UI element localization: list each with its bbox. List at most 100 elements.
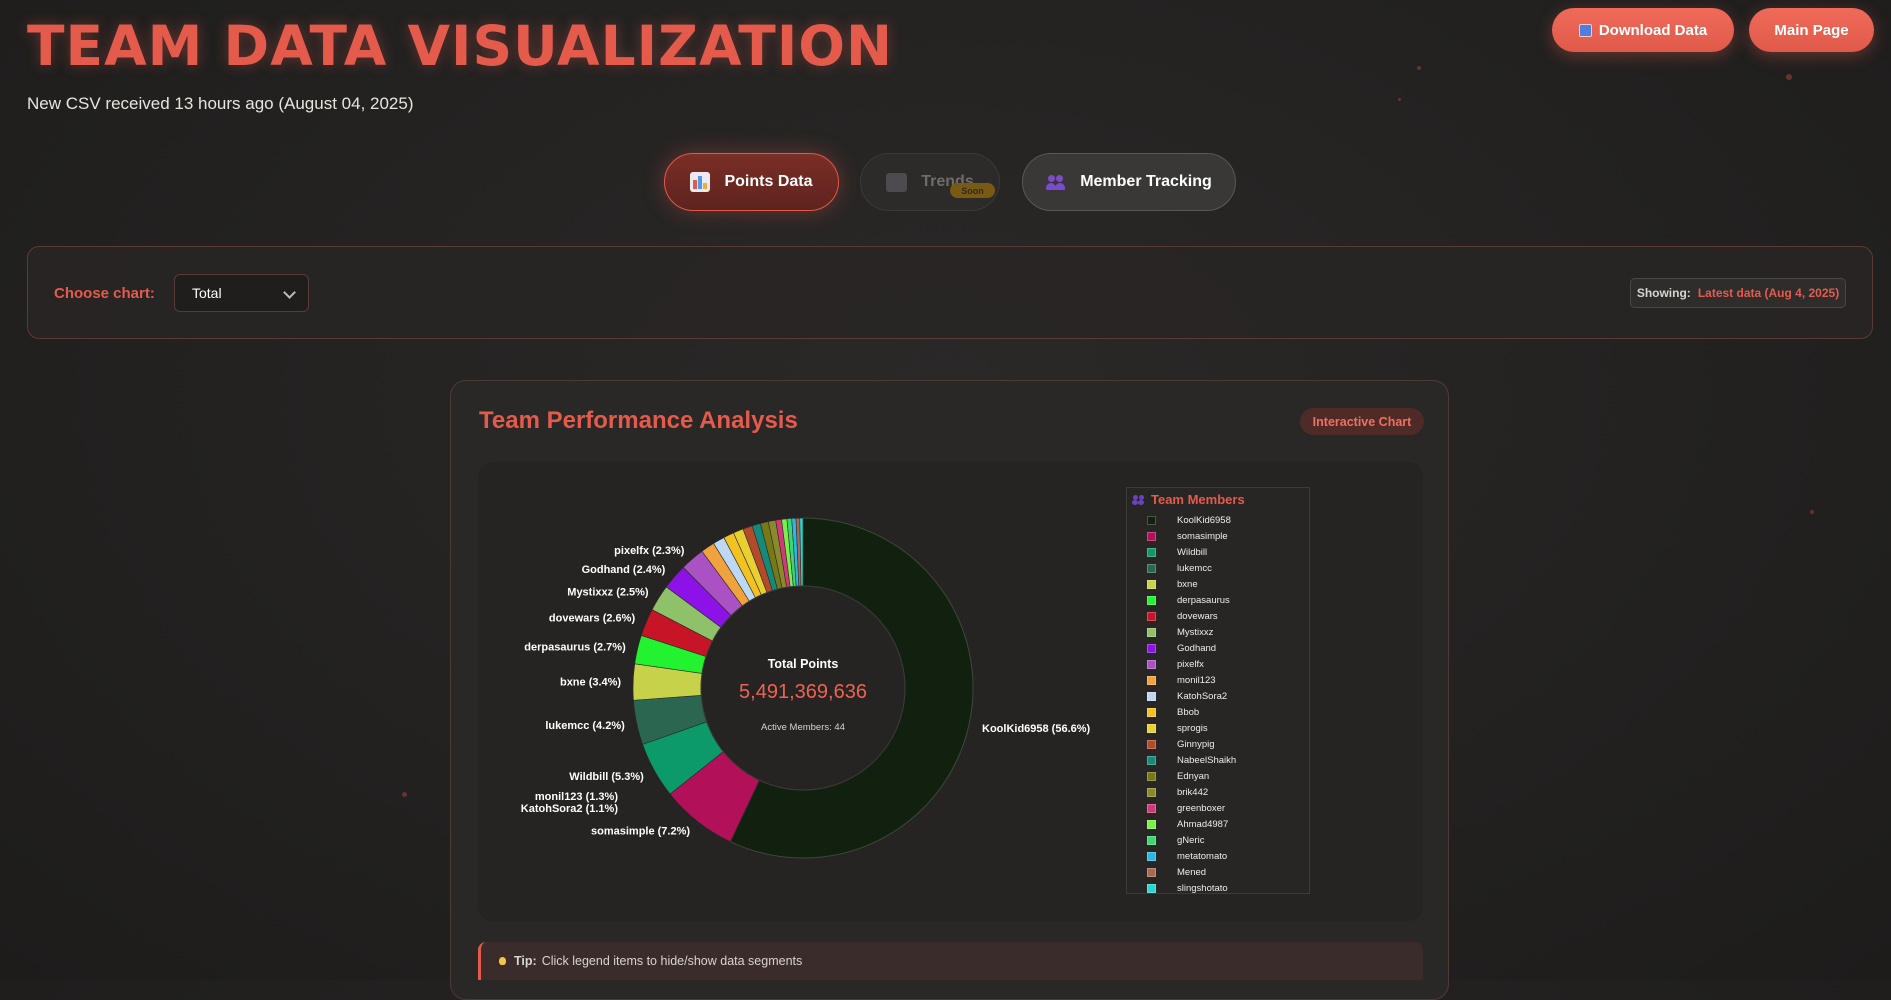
- legend-swatch: [1147, 819, 1156, 829]
- legend-item-label: KoolKid6958: [1177, 514, 1231, 526]
- legend-item-label: dovewars: [1177, 610, 1218, 622]
- legend-item-label: derpasaurus: [1177, 594, 1230, 606]
- soon-badge: Soon: [950, 183, 995, 198]
- slice-data-label: Wildbill (5.3%): [569, 771, 644, 783]
- legend-item-label: sprogis: [1177, 722, 1208, 734]
- legend-swatch: [1147, 867, 1156, 877]
- legend-item-label: greenboxer: [1177, 802, 1226, 814]
- chart-select[interactable]: Total: [174, 274, 309, 312]
- center-active-members: Active Members: 44: [761, 722, 845, 733]
- chevron-down-icon: [283, 286, 296, 299]
- slice-data-label: KatohSora2 (1.1%): [521, 803, 619, 815]
- legend-item-label: lukemcc: [1177, 562, 1212, 574]
- legend-item-mened[interactable]: Mened: [1127, 864, 1309, 880]
- tab-member-tracking[interactable]: Member Tracking: [1022, 153, 1236, 211]
- people-icon: [1132, 495, 1145, 505]
- legend-item-label: Wildbill: [1177, 546, 1208, 558]
- legend-item-label: monil123: [1177, 674, 1216, 686]
- legend-item-label: Ginnypig: [1177, 738, 1215, 750]
- card-title: Team Performance Analysis: [479, 407, 798, 434]
- legend-swatch: [1147, 787, 1156, 797]
- interactive-chart-badge: Interactive Chart: [1300, 408, 1424, 435]
- legend-item-label: KatohSora2: [1177, 690, 1228, 702]
- legend-item-godhand[interactable]: Godhand: [1127, 640, 1309, 656]
- lightbulb-icon: [499, 957, 506, 965]
- legend-swatch: [1147, 579, 1156, 589]
- legend-swatch: [1147, 835, 1156, 845]
- slice-data-label: dovewars (2.6%): [549, 613, 636, 625]
- legend-item-nabeelshaikh[interactable]: NabeelShaikh: [1127, 752, 1309, 768]
- legend-swatch: [1147, 707, 1156, 717]
- legend-item-dovewars[interactable]: dovewars: [1127, 608, 1309, 624]
- legend-item-bbob[interactable]: Bbob: [1127, 704, 1309, 720]
- legend-item-label: metatomato: [1177, 850, 1228, 862]
- legend-item-ginnypig[interactable]: Ginnypig: [1127, 736, 1309, 752]
- legend-item-mystixxz[interactable]: Mystixxz: [1127, 624, 1309, 640]
- legend-item-brik442[interactable]: brik442: [1127, 784, 1309, 800]
- legend-item-koolkid6958[interactable]: KoolKid6958: [1127, 512, 1309, 528]
- slice-data-label: KoolKid6958 (56.6%): [982, 723, 1091, 735]
- slice-data-label: Godhand (2.4%): [582, 564, 666, 576]
- legend-item-label: NabeelShaikh: [1177, 754, 1237, 766]
- legend-item-wildbill[interactable]: Wildbill: [1127, 544, 1309, 560]
- legend-item-metatomato[interactable]: metatomato: [1127, 848, 1309, 864]
- legend-panel: Team Members KoolKid6958 somasimple Wildbi…: [1126, 487, 1310, 894]
- legend-item-ahmad4987[interactable]: Ahmad4987: [1127, 816, 1309, 832]
- legend-item-label: bxne: [1177, 578, 1198, 590]
- bar-chart-icon: [690, 172, 711, 192]
- slice-data-label: bxne (3.4%): [560, 677, 621, 689]
- legend-swatch: [1147, 883, 1156, 893]
- legend-item-pixelfx[interactable]: pixelfx: [1127, 656, 1309, 672]
- legend-swatch: [1147, 547, 1156, 557]
- background-dot: [1398, 98, 1401, 101]
- slice-data-label: monil123 (1.3%): [535, 791, 618, 803]
- tip-text: Click legend items to hide/show data seg…: [541, 954, 803, 968]
- legend-title: Team Members: [1151, 492, 1245, 507]
- showing-value: Latest data (Aug 4, 2025): [1697, 286, 1840, 300]
- legend-item-gneric[interactable]: gNeric: [1127, 832, 1309, 848]
- legend-item-label: pixelfx: [1177, 658, 1204, 670]
- background-dot: [402, 792, 407, 797]
- slice-data-label: lukemcc (4.2%): [545, 720, 625, 732]
- legend-item-derpasaurus[interactable]: derpasaurus: [1127, 592, 1309, 608]
- legend-item-label: Ednyan: [1177, 770, 1210, 782]
- legend-item-sprogis[interactable]: sprogis: [1127, 720, 1309, 736]
- csv-status-text: New CSV received 13 hours ago (August 04…: [27, 94, 414, 113]
- legend-swatch: [1147, 643, 1156, 653]
- legend-swatch: [1147, 803, 1156, 813]
- legend-swatch: [1147, 659, 1156, 669]
- legend-item-label: brik442: [1177, 786, 1209, 798]
- background-dot: [1810, 510, 1814, 514]
- page-title: TEAM DATA VISUALIZATION: [27, 14, 894, 78]
- legend-item-lukemcc[interactable]: lukemcc: [1127, 560, 1309, 576]
- legend-item-label: gNeric: [1177, 834, 1205, 846]
- legend-item-greenboxer[interactable]: greenboxer: [1127, 800, 1309, 816]
- legend-item-label: Mened: [1177, 866, 1207, 878]
- slice-data-label: Mystixxz (2.5%): [567, 587, 649, 599]
- main-page-button[interactable]: Main Page: [1749, 8, 1874, 52]
- legend-item-label: Mystixxz: [1177, 626, 1214, 638]
- legend-swatch: [1147, 739, 1156, 749]
- legend-item-label: Godhand: [1177, 642, 1217, 654]
- legend-swatch: [1147, 531, 1156, 541]
- tab-trends[interactable]: Trends: [860, 153, 1000, 211]
- legend-swatch: [1147, 595, 1156, 605]
- legend-item-monil123[interactable]: monil123: [1127, 672, 1309, 688]
- tip-banner: Tip: Click legend items to hide/show dat…: [478, 942, 1423, 980]
- legend-item-label: slingshotato: [1177, 882, 1228, 894]
- legend-swatch: [1147, 851, 1156, 861]
- download-data-button[interactable]: Download Data: [1552, 8, 1734, 52]
- legend-item-katohsora2[interactable]: KatohSora2: [1127, 688, 1309, 704]
- tab-points-data[interactable]: Points Data: [664, 153, 839, 211]
- center-total-label: Total Points: [768, 657, 839, 671]
- legend-swatch: [1147, 723, 1156, 733]
- legend-swatch: [1147, 611, 1156, 621]
- legend-item-ednyan[interactable]: Ednyan: [1127, 768, 1309, 784]
- slice-data-label: derpasaurus (2.7%): [524, 642, 626, 654]
- legend-item-somasimple[interactable]: somasimple: [1127, 528, 1309, 544]
- legend-item-slingshotato[interactable]: slingshotato: [1127, 880, 1309, 894]
- legend-list: KoolKid6958 somasimple Wildbill lukemcc bxne…: [1127, 512, 1309, 894]
- legend-item-bxne[interactable]: bxne: [1127, 576, 1309, 592]
- download-icon: [1578, 23, 1592, 37]
- legend-swatch: [1147, 771, 1156, 781]
